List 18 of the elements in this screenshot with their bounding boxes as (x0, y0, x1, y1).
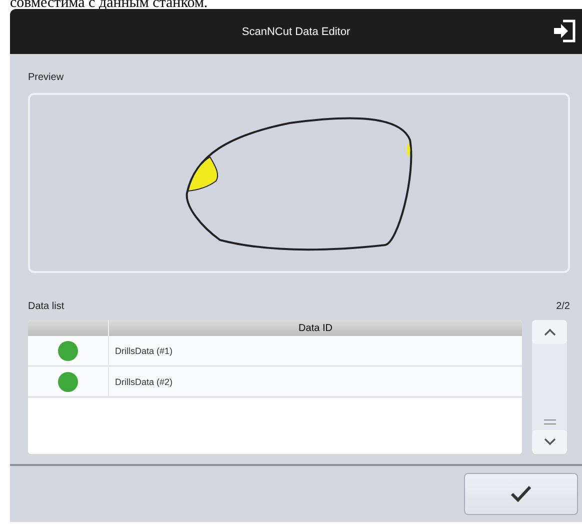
window-title: ScanNCut Data Editor (242, 26, 350, 38)
up-chevron-icon (542, 327, 556, 337)
table-row[interactable]: DrillsData (#1) (28, 336, 522, 367)
page-counter: 2/2 (556, 301, 570, 312)
grip-icon (542, 418, 556, 426)
scrollbar[interactable] (532, 320, 567, 454)
table-row[interactable]: DrillsData (#2) (28, 367, 522, 398)
exit-icon (551, 18, 577, 44)
column-header: Data ID (298, 322, 334, 336)
data-list-label: Data list (28, 301, 64, 312)
table-cell-text: DrillsData (#2) (114, 376, 173, 389)
table-cell-text: DrillsData (#1) (114, 344, 173, 358)
checkmark-icon (510, 485, 532, 503)
preview-label: Preview (28, 72, 65, 83)
down-chevron-icon (542, 437, 556, 447)
scroll-up-button[interactable] (532, 320, 567, 344)
scroll-down-button[interactable] (532, 430, 567, 454)
caption-text: совместима с данным станком. (9, 0, 209, 9)
